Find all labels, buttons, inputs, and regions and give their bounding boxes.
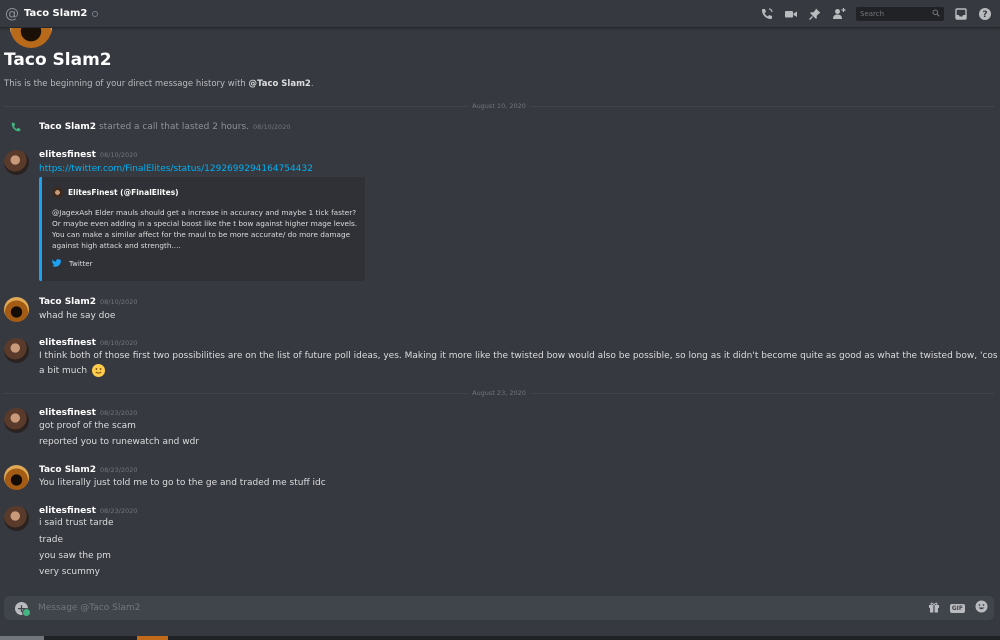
phone-icon	[10, 121, 22, 136]
message-author[interactable]: Taco Slam2	[39, 297, 96, 307]
message-timestamp: 08/10/2020	[99, 151, 138, 159]
message-author[interactable]: elitesfinest	[39, 150, 96, 160]
message-timestamp: 08/23/2020	[99, 507, 138, 515]
dm-title: Taco Slam2	[4, 50, 112, 70]
taskbar-segment	[0, 636, 44, 640]
message-text: You literally just told me to go to the …	[39, 478, 326, 488]
call-system-message: Taco Slam2 started a call that lasted 2 …	[10, 122, 290, 132]
message-list[interactable]: Taco Slam2 This is the beginning of your…	[0, 28, 1000, 590]
embed-footer: Twitter	[51, 259, 93, 269]
message-composer[interactable]: + Message @Taco Slam2 GIF	[4, 596, 994, 620]
dm-intro-prefix: This is the beginning of your direct mes…	[4, 79, 249, 89]
message-timestamp: 08/10/2020	[99, 339, 138, 347]
message-text: i said trust tarde	[39, 518, 114, 528]
video-icon[interactable]	[784, 7, 798, 21]
message-timestamp: 08/23/2020	[99, 409, 138, 417]
slight-smile-emoji-icon	[91, 364, 105, 377]
message-header: Taco Slam2 08/23/2020	[39, 465, 137, 475]
message-text: whad he say doe	[39, 311, 116, 321]
add-friend-icon[interactable]	[832, 7, 846, 21]
dm-intro-mention[interactable]: @Taco Slam2	[249, 79, 311, 89]
svg-text:?: ?	[982, 10, 987, 20]
message-author[interactable]: elitesfinest	[39, 408, 96, 418]
avatar[interactable]	[4, 408, 29, 433]
search-icon	[932, 9, 940, 19]
status-offline-icon	[92, 10, 99, 17]
message-header: Taco Slam2 08/10/2020	[39, 297, 137, 307]
embed-description: @JagexAsh Elder mauls should get a incre…	[52, 208, 358, 250]
search-placeholder: Search	[860, 10, 885, 18]
message-text-continued: a bit much	[39, 364, 105, 377]
avatar[interactable]	[4, 338, 29, 363]
message-text: a bit much	[39, 366, 88, 376]
attachment-badge	[22, 607, 31, 617]
gif-icon[interactable]: GIF	[949, 603, 965, 613]
call-timestamp: 08/10/2020	[253, 123, 291, 131]
date-divider-label: August 10, 2020	[468, 102, 530, 110]
avatar[interactable]	[4, 465, 29, 490]
taskbar-edge	[0, 636, 1000, 640]
emoji-icon[interactable]	[975, 600, 988, 616]
channel-title: Taco Slam2	[24, 8, 88, 19]
composer-toolbar: GIF	[928, 596, 988, 620]
message-text: very scummy	[39, 567, 100, 577]
avatar[interactable]	[4, 506, 29, 531]
message-text: reported you to runewatch and wdr	[39, 437, 200, 447]
date-divider: August 23, 2020	[4, 389, 994, 397]
embed-author-name[interactable]: ElitesFinest (@FinalElites)	[68, 188, 179, 197]
call-author[interactable]: Taco Slam2	[39, 122, 96, 132]
embed-author-avatar	[52, 187, 63, 198]
message-author[interactable]: elitesfinest	[39, 338, 96, 348]
avatar[interactable]	[4, 150, 29, 175]
message-author[interactable]: elitesfinest	[39, 506, 96, 516]
channel-header: @ Taco Slam2 Search ?	[0, 0, 1000, 28]
embed-author: ElitesFinest (@FinalElites)	[52, 187, 179, 198]
message-header: elitesfinest 08/23/2020	[39, 506, 137, 516]
twitter-embed: ElitesFinest (@FinalElites) @JagexAsh El…	[39, 177, 365, 281]
phone-call-icon[interactable]	[760, 7, 774, 21]
message-text: I think both of those first two possibil…	[39, 351, 1000, 361]
add-attachment-icon[interactable]: +	[15, 601, 31, 617]
message-timestamp: 08/10/2020	[99, 298, 138, 306]
pin-icon[interactable]	[808, 7, 822, 21]
message-timestamp: 08/23/2020	[99, 466, 138, 474]
help-icon[interactable]: ?	[978, 7, 992, 21]
dm-intro-text: This is the beginning of your direct mes…	[4, 79, 314, 89]
message-header: elitesfinest 08/10/2020	[39, 150, 137, 160]
taskbar-segment	[137, 636, 168, 640]
at-icon: @	[5, 5, 19, 22]
date-divider-label: August 23, 2020	[468, 389, 530, 397]
message-author[interactable]: Taco Slam2	[39, 465, 96, 475]
date-divider: August 10, 2020	[4, 102, 994, 110]
gift-icon[interactable]	[928, 601, 940, 616]
call-text: started a call that lasted 2 hours.	[98, 122, 249, 132]
twitter-bird-icon	[51, 259, 62, 269]
message-header: elitesfinest 08/23/2020	[39, 408, 137, 418]
dm-avatar	[10, 28, 52, 48]
message-text: trade	[39, 535, 63, 545]
header-toolbar: Search ?	[760, 0, 992, 28]
embed-footer-text: Twitter	[69, 260, 93, 268]
message-input-placeholder[interactable]: Message @Taco Slam2	[38, 603, 140, 613]
message-link[interactable]: https://twitter.com/FinalElites/status/1…	[39, 164, 313, 174]
inbox-icon[interactable]	[954, 7, 968, 21]
message-header: elitesfinest 08/10/2020	[39, 338, 137, 348]
dm-intro-suffix: .	[310, 79, 314, 89]
avatar[interactable]	[4, 297, 29, 322]
message-text: got proof of the scam	[39, 421, 136, 431]
message-text: you saw the pm	[39, 551, 111, 561]
search-input[interactable]: Search	[856, 7, 944, 21]
